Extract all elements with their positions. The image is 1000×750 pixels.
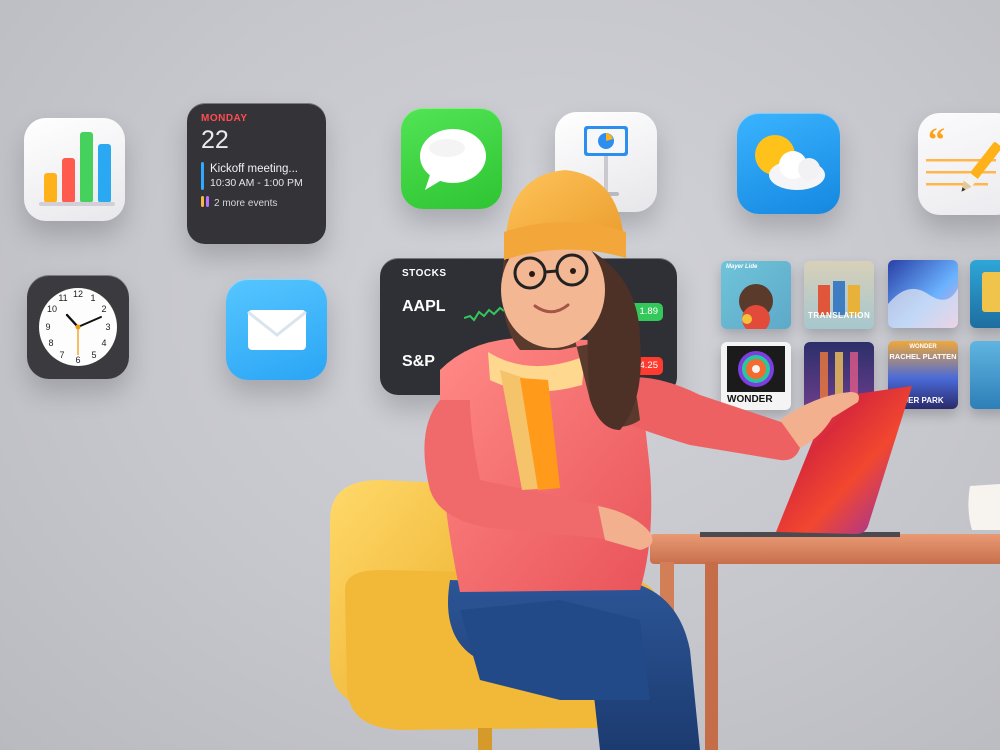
laptop-base bbox=[700, 532, 900, 537]
desk-leg bbox=[705, 562, 718, 750]
desk-top bbox=[650, 534, 1000, 564]
chair-leg bbox=[478, 728, 492, 750]
character-illustration bbox=[330, 170, 1000, 750]
mug-icon bbox=[968, 484, 1000, 530]
